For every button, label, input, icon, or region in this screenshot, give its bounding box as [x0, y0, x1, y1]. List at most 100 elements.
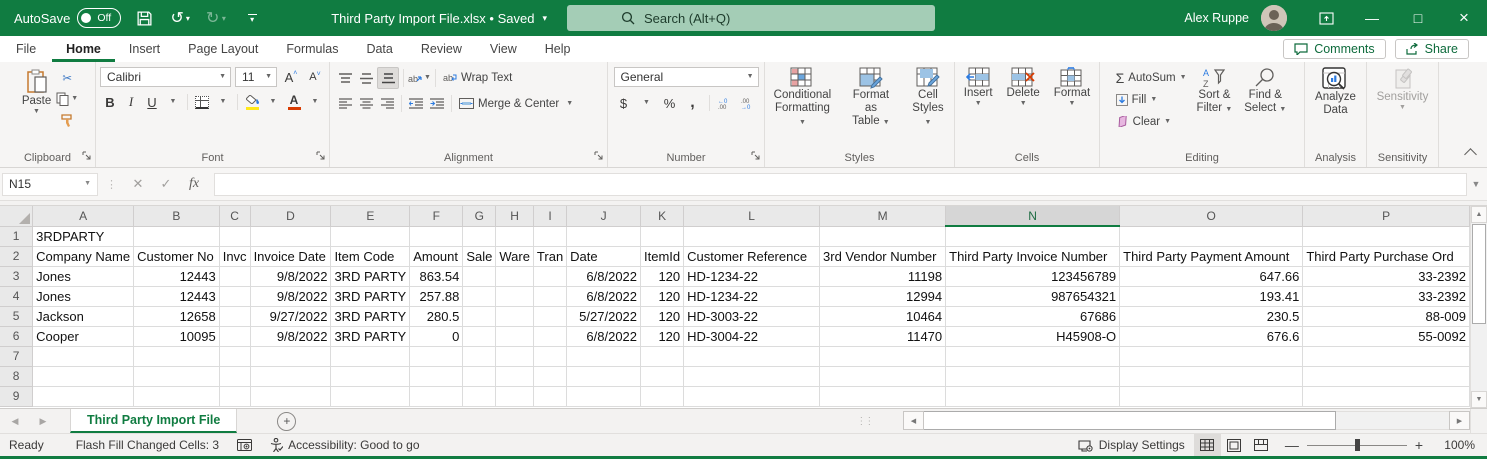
- cell-G6[interactable]: [462, 325, 497, 347]
- cell-P6[interactable]: 55-0092: [1302, 325, 1470, 347]
- cell-H3[interactable]: [495, 265, 534, 287]
- sensitivity-button[interactable]: Sensitivity ▼: [1372, 64, 1434, 149]
- cell-G5[interactable]: [462, 305, 497, 327]
- cell-J9[interactable]: [566, 385, 642, 407]
- row-header-2[interactable]: 2: [0, 245, 34, 267]
- cell-D2[interactable]: Invoice Date: [249, 245, 332, 267]
- cell-M1[interactable]: [819, 225, 947, 247]
- cell-O8[interactable]: [1119, 365, 1304, 387]
- comments-button[interactable]: Comments: [1283, 39, 1386, 59]
- cell-G9[interactable]: [462, 385, 497, 407]
- row-header-3[interactable]: 3: [0, 265, 34, 287]
- cell-P9[interactable]: [1302, 385, 1470, 407]
- cell-L5[interactable]: HD-3003-22: [683, 305, 821, 327]
- orientation-button[interactable]: ab ▼: [408, 68, 431, 88]
- tab-data[interactable]: Data: [352, 36, 406, 62]
- column-header-D[interactable]: D: [249, 206, 332, 227]
- cell-J6[interactable]: 6/8/2022: [566, 325, 642, 347]
- cell-B1[interactable]: [133, 225, 220, 247]
- cell-C1[interactable]: [218, 225, 251, 247]
- share-button[interactable]: Share: [1394, 39, 1469, 59]
- vertical-scrollbar[interactable]: ▲ ▼: [1470, 206, 1487, 408]
- align-left-button[interactable]: [335, 94, 355, 114]
- format-as-table-button[interactable]: Format as Table ▼: [841, 64, 901, 149]
- cell-O6[interactable]: 676.6: [1119, 325, 1304, 347]
- cell-K7[interactable]: [640, 345, 685, 367]
- column-header-F[interactable]: F: [409, 206, 464, 227]
- macro-record-button[interactable]: [228, 434, 261, 456]
- expand-formula-bar-icon[interactable]: ▼: [1467, 179, 1485, 189]
- cell-D1[interactable]: [249, 225, 332, 247]
- row-header-7[interactable]: 7: [0, 345, 34, 367]
- cell-I2[interactable]: Tran: [532, 245, 568, 267]
- cell-A9[interactable]: [32, 385, 135, 407]
- row-header-9[interactable]: 9: [0, 385, 34, 407]
- cell-M8[interactable]: [819, 365, 947, 387]
- cell-J1[interactable]: [566, 225, 642, 247]
- cell-L4[interactable]: HD-1234-22: [683, 285, 821, 307]
- accounting-format-dropdown[interactable]: ▼: [637, 93, 657, 113]
- font-color-dropdown[interactable]: ▼: [305, 92, 325, 112]
- horizontal-scroll-thumb[interactable]: [924, 411, 1336, 430]
- quick-access-customize-button[interactable]: ▾: [239, 5, 265, 31]
- column-header-B[interactable]: B: [133, 206, 220, 227]
- cell-A5[interactable]: Jackson: [32, 305, 135, 327]
- cell-I3[interactable]: [532, 265, 568, 287]
- delete-cells-button[interactable]: Delete ▼: [1002, 64, 1045, 149]
- select-all-corner[interactable]: [0, 206, 34, 227]
- increase-font-size-button[interactable]: A ˄: [281, 67, 301, 87]
- cell-E2[interactable]: Item Code: [330, 245, 411, 267]
- cell-P2[interactable]: Third Party Purchase Ord: [1302, 245, 1470, 267]
- cell-J7[interactable]: [566, 345, 642, 367]
- tab-home[interactable]: Home: [52, 36, 115, 62]
- decrease-indent-button[interactable]: [406, 94, 426, 114]
- tab-file[interactable]: File: [0, 36, 52, 62]
- cell-E3[interactable]: 3RD PARTY: [330, 265, 411, 287]
- undo-button[interactable]: ↺ ▾: [167, 5, 193, 31]
- autosum-button[interactable]: Σ AutoSum ▼: [1113, 67, 1190, 88]
- cell-N6[interactable]: H45908-O: [945, 325, 1121, 347]
- conditional-formatting-button[interactable]: Conditional Formatting ▼: [766, 64, 839, 149]
- analyze-data-button[interactable]: Analyze Data: [1310, 64, 1361, 149]
- zoom-out-button[interactable]: —: [1285, 438, 1299, 452]
- cell-M4[interactable]: 12994: [819, 285, 947, 307]
- cell-M2[interactable]: 3rd Vendor Number: [819, 245, 947, 267]
- cell-E8[interactable]: [330, 365, 411, 387]
- formula-bar-handle[interactable]: ⋮: [106, 178, 117, 191]
- cell-D4[interactable]: 9/8/2022: [249, 285, 332, 307]
- cell-O7[interactable]: [1119, 345, 1304, 367]
- cell-G3[interactable]: [462, 265, 497, 287]
- cell-C6[interactable]: [218, 325, 251, 347]
- cell-K1[interactable]: [640, 225, 685, 247]
- scroll-left-icon[interactable]: ◀: [903, 411, 924, 430]
- fill-button[interactable]: Fill ▼: [1113, 89, 1190, 110]
- search-input[interactable]: Search (Alt+Q): [567, 5, 935, 31]
- column-header-G[interactable]: G: [462, 206, 497, 227]
- clear-button[interactable]: Clear ▼: [1113, 111, 1190, 132]
- horizontal-scrollbar[interactable]: ◀ ▶: [903, 411, 1470, 430]
- cell-O2[interactable]: Third Party Payment Amount: [1119, 245, 1304, 267]
- close-button[interactable]: ×: [1441, 0, 1487, 36]
- document-title[interactable]: Third Party Import File.xlsx • Saved ▾: [331, 11, 547, 26]
- cell-B4[interactable]: 12443: [133, 285, 220, 307]
- percent-style-button[interactable]: %: [660, 93, 680, 113]
- cell-F7[interactable]: [409, 345, 464, 367]
- cell-N7[interactable]: [945, 345, 1121, 367]
- flash-fill-status[interactable]: Flash Fill Changed Cells: 3: [67, 434, 228, 456]
- autosave-toggle[interactable]: AutoSave Off: [14, 8, 122, 28]
- accessibility-status[interactable]: Accessibility: Good to go: [261, 434, 428, 456]
- cell-C7[interactable]: [218, 345, 251, 367]
- cell-H2[interactable]: Ware: [495, 245, 534, 267]
- cell-A8[interactable]: [32, 365, 135, 387]
- cell-K8[interactable]: [640, 365, 685, 387]
- tab-view[interactable]: View: [476, 36, 531, 62]
- scroll-right-icon[interactable]: ▶: [1449, 411, 1470, 430]
- cell-K4[interactable]: 120: [640, 285, 685, 307]
- paste-button[interactable]: Paste ▼: [17, 64, 56, 149]
- column-header-H[interactable]: H: [495, 206, 534, 227]
- column-header-C[interactable]: C: [218, 206, 251, 227]
- cell-H9[interactable]: [495, 385, 534, 407]
- cell-H4[interactable]: [495, 285, 534, 307]
- cell-L9[interactable]: [683, 385, 821, 407]
- cell-O9[interactable]: [1119, 385, 1304, 407]
